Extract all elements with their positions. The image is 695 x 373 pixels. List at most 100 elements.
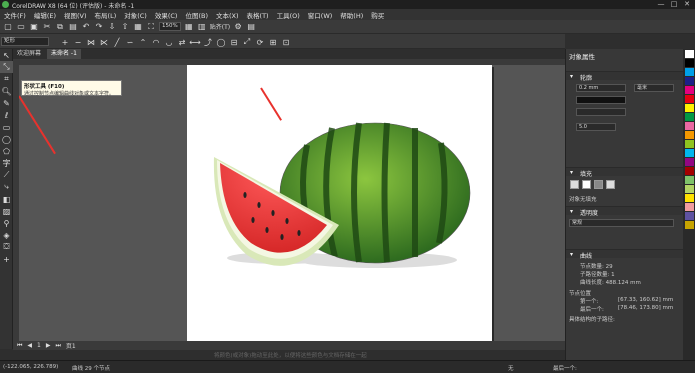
transparency-section-header[interactable]: ▾ 透明度 <box>566 206 684 217</box>
color-swatch[interactable] <box>684 203 694 211</box>
minimize-button[interactable]: — <box>655 0 667 9</box>
color-swatch[interactable] <box>684 86 694 94</box>
extend-icon[interactable]: ⟷ <box>189 37 200 47</box>
color-swatch[interactable] <box>684 68 694 76</box>
break-node-icon[interactable]: ⋉ <box>99 37 109 47</box>
uniform-fill-icon[interactable] <box>582 180 591 189</box>
text-tool-icon[interactable]: 字 <box>0 157 13 169</box>
freehand-tool-icon[interactable]: ✎ <box>0 97 13 109</box>
color-swatch[interactable] <box>684 131 694 139</box>
color-swatch[interactable] <box>684 77 694 85</box>
smooth-node-icon[interactable]: ◠ <box>151 37 161 47</box>
to-curve-icon[interactable]: ∽ <box>125 37 135 47</box>
join-node-icon[interactable]: ⋈ <box>86 37 96 47</box>
color-swatch[interactable] <box>684 212 694 220</box>
polygon-tool-icon[interactable]: ⬠ <box>0 145 13 157</box>
color-swatch[interactable] <box>684 113 694 121</box>
menu-layout[interactable]: 布局(L) <box>95 10 117 20</box>
select-all-nodes-icon[interactable]: ⊡ <box>281 37 291 47</box>
menu-effects[interactable]: 效果(C) <box>155 10 178 20</box>
menu-table[interactable]: 表格(T) <box>247 10 269 20</box>
symmetric-node-icon[interactable]: ◡ <box>164 37 174 47</box>
interactive-fill-icon[interactable]: ◈ <box>0 229 13 241</box>
pattern-fill-icon[interactable] <box>606 180 615 189</box>
paste-icon[interactable]: ▤ <box>68 22 78 32</box>
first-page-button[interactable]: ⏮ <box>17 342 22 350</box>
color-swatch[interactable] <box>684 122 694 130</box>
save-icon[interactable]: ▣ <box>29 22 39 32</box>
outline-section-header[interactable]: ▾ 轮廓 <box>566 71 684 82</box>
maximize-button[interactable]: □ <box>668 0 680 9</box>
color-swatch[interactable] <box>684 221 694 229</box>
delete-node-icon[interactable]: − <box>73 37 83 47</box>
document-page[interactable] <box>187 65 492 341</box>
prev-page-button[interactable]: ◀ <box>27 342 32 349</box>
snap-dropdown[interactable]: 贴齐(T) <box>210 22 230 31</box>
close-button[interactable]: ✕ <box>681 0 693 9</box>
drawing-canvas[interactable] <box>19 65 565 341</box>
page-tab[interactable]: 页1 <box>66 341 76 350</box>
stretch-icon[interactable]: ⤢ <box>242 37 252 47</box>
crop-tool-icon[interactable]: ⌗ <box>0 73 13 85</box>
transparency-mode-select[interactable]: 常规 <box>569 219 674 227</box>
menu-file[interactable]: 文件(F) <box>4 10 26 20</box>
rotate-icon[interactable]: ⟳ <box>255 37 265 47</box>
export-icon[interactable]: ⇧ <box>120 22 130 32</box>
gradient-fill-icon[interactable] <box>594 180 603 189</box>
color-swatch[interactable] <box>684 158 694 166</box>
zoom-tool-icon[interactable]: 🔍︎ <box>0 85 13 97</box>
color-swatch[interactable] <box>684 95 694 103</box>
open-icon[interactable]: ▭ <box>16 22 26 32</box>
new-doc-icon[interactable]: ▢ <box>3 22 13 32</box>
menu-buy[interactable]: 购买 <box>371 10 384 20</box>
menu-view[interactable]: 视图(V) <box>64 10 87 20</box>
smart-fill-icon[interactable]: ⛋ <box>0 241 13 253</box>
color-swatch[interactable] <box>684 176 694 184</box>
rectangle-tool-icon[interactable]: ▭ <box>0 121 13 133</box>
curve-section-header[interactable]: ▾ 曲线 <box>566 249 684 260</box>
no-fill-icon[interactable] <box>570 180 579 189</box>
color-swatch[interactable] <box>684 149 694 157</box>
redo-icon[interactable]: ↷ <box>94 22 104 32</box>
cut-icon[interactable]: ✂ <box>42 22 52 32</box>
menu-object[interactable]: 对象(C) <box>124 10 147 20</box>
tab-welcome[interactable]: 欢迎屏幕 <box>13 49 45 59</box>
fullscreen-icon[interactable]: ⛶ <box>146 22 156 32</box>
artistic-media-icon[interactable]: ℓ <box>0 109 13 121</box>
reduce-nodes-icon[interactable]: ⊟ <box>229 37 239 47</box>
color-swatch[interactable] <box>684 50 694 58</box>
pick-tool-icon[interactable]: ↖ <box>0 49 13 61</box>
menu-help[interactable]: 帮助(H) <box>340 10 363 20</box>
grid-icon[interactable]: ▦ <box>184 22 194 32</box>
outline-color-field[interactable] <box>576 96 626 104</box>
import-icon[interactable]: ⇩ <box>107 22 117 32</box>
color-swatch[interactable] <box>684 194 694 202</box>
connector-tool-icon[interactable]: ⤷ <box>0 181 13 193</box>
cusp-node-icon[interactable]: ⌃ <box>138 37 148 47</box>
rulers-icon[interactable]: ▥ <box>197 22 207 32</box>
watermelon-artwork[interactable] <box>187 65 492 341</box>
color-swatch[interactable] <box>684 185 694 193</box>
fill-section-header[interactable]: ▾ 填充 <box>566 167 684 178</box>
menu-edit[interactable]: 编辑(E) <box>34 10 56 20</box>
undo-icon[interactable]: ↶ <box>81 22 91 32</box>
add-node-icon[interactable]: + <box>60 37 70 47</box>
parallel-dim-icon[interactable]: ⟋ <box>0 169 13 181</box>
outline-units-field[interactable]: 毫米 <box>634 84 674 92</box>
menu-bitmap[interactable]: 位图(B) <box>185 10 208 20</box>
line-style-field[interactable] <box>576 108 626 116</box>
color-swatch[interactable] <box>684 59 694 67</box>
extract-icon[interactable]: ⤴ <box>203 37 213 47</box>
zoom-select[interactable]: 150% <box>159 22 181 31</box>
next-page-button[interactable]: ▶ <box>46 342 51 349</box>
ellipse-tool-icon[interactable]: ◯ <box>0 133 13 145</box>
reverse-icon[interactable]: ⇄ <box>177 37 187 47</box>
color-swatch[interactable] <box>684 104 694 112</box>
add-tool-icon[interactable]: + <box>0 253 13 265</box>
eyedropper-tool-icon[interactable]: ⚲ <box>0 217 13 229</box>
launcher-icon[interactable]: ▤ <box>246 22 256 32</box>
tab-untitled[interactable]: 未命名 -1 <box>47 49 81 59</box>
menu-window[interactable]: 窗口(W) <box>308 10 333 20</box>
outline-width-field[interactable]: 0.2 mm <box>576 84 626 92</box>
align-nodes-icon[interactable]: ⊞ <box>268 37 278 47</box>
